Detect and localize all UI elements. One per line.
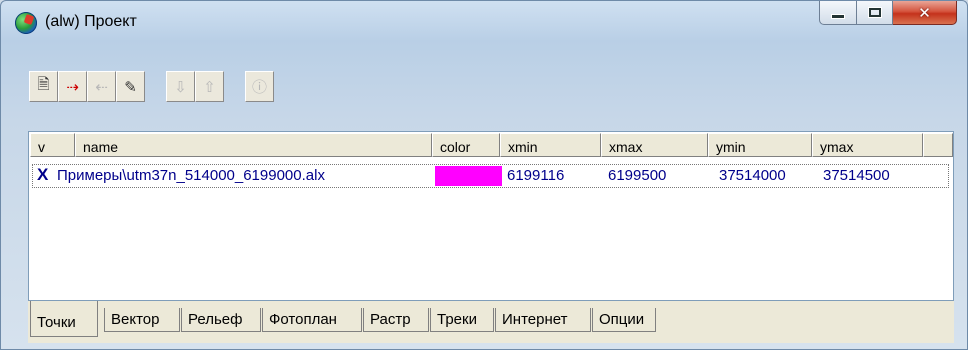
globe-icon <box>15 12 37 34</box>
tab-photoplan[interactable]: Фотоплан <box>262 308 362 332</box>
tab-vector[interactable]: Вектор <box>104 308 180 332</box>
move-down-icon: ⇩ <box>174 77 187 96</box>
window-title: (alw) Проект <box>45 13 137 30</box>
xmax-cell: 6199500 <box>608 167 667 184</box>
table-row[interactable]: X Примеры\utm37n_514000_6199000.alx 6199… <box>32 164 949 188</box>
ymax-cell: 37514500 <box>823 167 890 184</box>
column-header-ymax[interactable]: ymax <box>812 133 923 157</box>
ymin-cell: 37514000 <box>719 167 786 184</box>
info-icon: ⓘ <box>251 78 267 96</box>
tab-tracks[interactable]: Треки <box>430 308 494 332</box>
name-cell: Примеры\utm37n_514000_6199000.alx <box>57 167 325 184</box>
column-header-xmin[interactable]: xmin <box>500 133 601 157</box>
minimize-button[interactable] <box>819 1 857 25</box>
edit-brush-button[interactable]: ✎ <box>116 71 145 102</box>
edit-brush-icon: ✎ <box>124 77 137 96</box>
close-button[interactable]: ✕ <box>893 1 957 25</box>
column-header-name[interactable]: name <box>75 133 432 157</box>
column-header-ymin[interactable]: ymin <box>708 133 812 157</box>
table-header: v name color xmin xmax ymin ymax <box>30 133 953 157</box>
layers-panel: v name color xmin xmax ymin ymax X Приме… <box>28 131 954 343</box>
visibility-cell[interactable]: X <box>37 165 48 185</box>
column-header-xmax[interactable]: xmax <box>601 133 708 157</box>
xmin-cell: 6199116 <box>507 167 565 184</box>
add-layer-icon: ⇢ <box>66 77 79 96</box>
column-header-color[interactable]: color <box>432 133 500 157</box>
tab-strip: Точки Вектор Рельеф Фотоплан Растр Треки… <box>28 301 954 343</box>
maximize-icon <box>868 8 881 17</box>
move-down-button[interactable]: ⇩ <box>166 71 195 102</box>
new-document-button[interactable]: 🗎 <box>29 71 58 102</box>
move-up-button[interactable]: ⇧ <box>195 71 224 102</box>
tab-options[interactable]: Опции <box>592 308 656 332</box>
layers-table: v name color xmin xmax ymin ymax X Приме… <box>28 131 954 301</box>
new-document-icon: 🗎 <box>37 75 50 93</box>
tab-internet[interactable]: Интернет <box>495 308 591 332</box>
column-header-v[interactable]: v <box>30 133 75 157</box>
move-up-icon: ⇧ <box>203 77 216 96</box>
tab-points[interactable]: Точки <box>30 301 98 337</box>
close-icon: ✕ <box>918 3 931 22</box>
title-bar[interactable]: (alw) Проект ✕ <box>1 1 967 47</box>
tab-raster[interactable]: Растр <box>363 308 429 332</box>
toolbar: 🗎 ⇢ ⇠ ✎ ⇩ ⇧ ⓘ <box>29 71 274 102</box>
remove-layer-button[interactable]: ⇠ <box>87 71 116 102</box>
color-swatch[interactable] <box>435 166 502 186</box>
info-button[interactable]: ⓘ <box>245 71 274 102</box>
project-window: (alw) Проект ✕ 🗎 ⇢ ⇠ ✎ ⇩ ⇧ ⓘ v name colo… <box>0 0 968 350</box>
window-controls: ✕ <box>819 1 957 27</box>
remove-layer-icon: ⇠ <box>95 77 108 96</box>
minimize-icon <box>831 14 845 19</box>
add-layer-button[interactable]: ⇢ <box>58 71 87 102</box>
tab-relief[interactable]: Рельеф <box>181 308 261 332</box>
maximize-button[interactable] <box>857 1 893 25</box>
column-header-filler <box>923 133 953 157</box>
